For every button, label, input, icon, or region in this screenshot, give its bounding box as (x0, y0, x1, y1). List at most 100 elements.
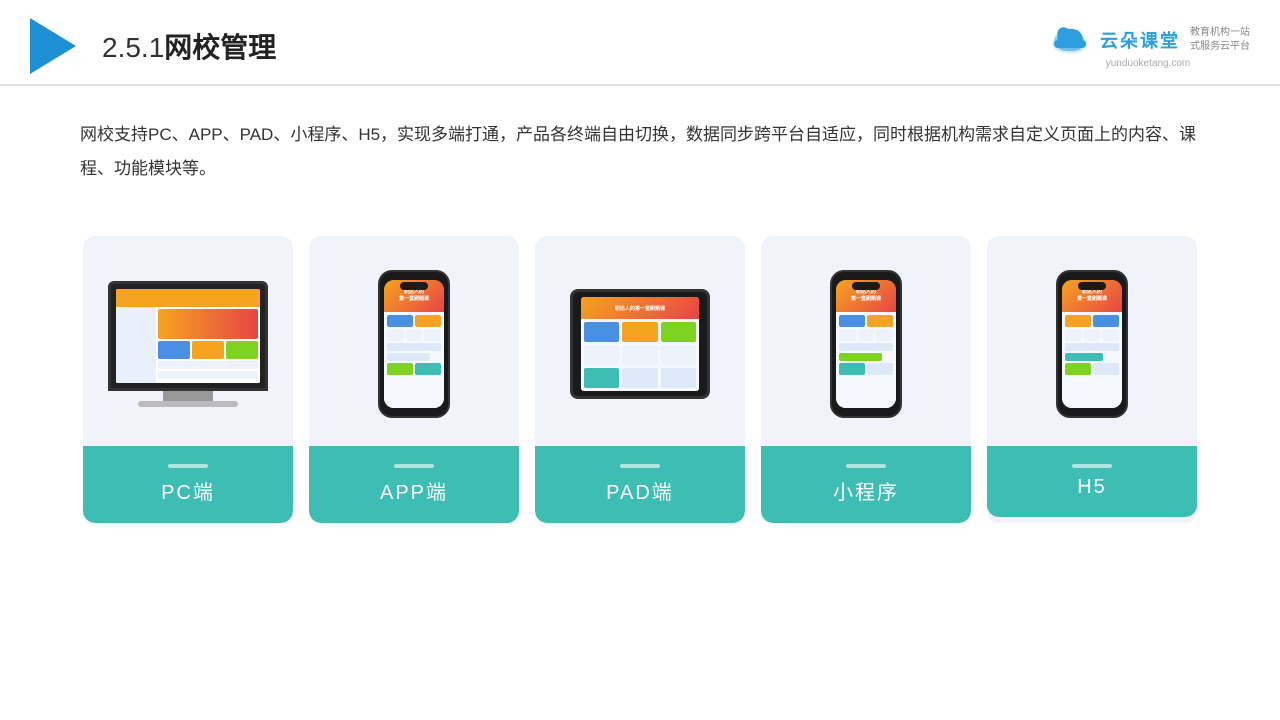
card-label-bar (168, 464, 208, 468)
pc-main-content (156, 307, 260, 383)
phone-block (839, 363, 865, 375)
phone-screen-content: 职达人的第一堂刷题课 (384, 280, 444, 408)
phone-block (387, 329, 404, 341)
phone-block (1065, 329, 1082, 341)
tablet-block (622, 345, 657, 365)
tablet-header: 职达人的第一堂刷题课 (581, 297, 699, 319)
tablet-block (622, 368, 657, 388)
phone-row6 (839, 363, 893, 375)
tablet-block (584, 368, 619, 388)
phone-row2 (387, 329, 441, 341)
pc-base (138, 401, 238, 407)
tablet-body (581, 319, 699, 391)
phone-block (1093, 363, 1119, 375)
logo-triangle-icon (30, 18, 76, 74)
card-miniapp-image: 职达人的第一堂刷题课 (761, 236, 971, 446)
phone-body (384, 312, 444, 408)
app-phone-mockup: 职达人的第一堂刷题课 (378, 270, 450, 418)
brand-logo: 云朵课堂 教育机构一站 式服务云平台 (1046, 24, 1250, 56)
brand-area: 云朵课堂 教育机构一站 式服务云平台 yunduoketang.com (1046, 24, 1250, 69)
phone-screen3: 职达人的第一堂刷题课 (1062, 280, 1122, 408)
cloud-icon (1046, 24, 1094, 56)
phone-block (839, 315, 865, 327)
tablet-screen: 职达人的第一堂刷题课 (581, 297, 699, 391)
card-pad-label: PAD端 (535, 446, 745, 523)
phone-block (839, 329, 856, 341)
card-app: 职达人的第一堂刷题课 (309, 236, 519, 523)
phone-block-full3 (1065, 343, 1119, 351)
phone-block (387, 363, 413, 375)
card-pc: PC端 (83, 236, 293, 523)
card-miniapp: 职达人的第一堂刷题课 (761, 236, 971, 523)
card-app-image: 职达人的第一堂刷题课 (309, 236, 519, 446)
phone-header-text2: 职达人的第一堂刷题课 (851, 289, 881, 303)
phone-body3 (1062, 312, 1122, 408)
phone-screen-content3: 职达人的第一堂刷题课 (1062, 280, 1122, 408)
phone-block (424, 329, 441, 341)
phone-block (876, 329, 893, 341)
pc-stand (163, 391, 213, 401)
tablet-block (661, 368, 696, 388)
brand-tagline: 教育机构一站 (1190, 26, 1250, 40)
pc-screen-content (116, 289, 260, 383)
phone-block (1093, 315, 1119, 327)
card-label-bar4 (846, 464, 886, 468)
phone-notch3 (1078, 282, 1106, 290)
pc-mockup (108, 281, 268, 407)
pc-grid (158, 341, 258, 359)
page-title: 2.5.1网校管理 (102, 26, 276, 66)
description-text: 网校支持PC、APP、PAD、小程序、H5，实现多端打通，产品各终端自由切换，数… (0, 86, 1280, 206)
phone-block (415, 363, 441, 375)
tablet-header-text: 职达人的第一堂刷题课 (615, 305, 665, 312)
card-h5: 职达人的第一堂刷题课 (987, 236, 1197, 523)
phone-screen-content2: 职达人的第一堂刷题课 (836, 280, 896, 408)
page-title-number: 2.5.1 (102, 32, 164, 63)
brand-url: yunduoketang.com (1106, 58, 1191, 69)
card-label-bar5 (1072, 464, 1112, 468)
tablet-block (661, 345, 696, 365)
card-h5-label: H5 (987, 446, 1197, 517)
tablet-block (584, 345, 619, 365)
pc-grid-item (226, 341, 258, 359)
h5-phone-mockup: 职达人的第一堂刷题课 (1056, 270, 1128, 418)
phone-header-text: 职达人的第一堂刷题课 (399, 289, 429, 303)
pc-banner (158, 309, 258, 339)
phone-screen: 职达人的第一堂刷题课 (384, 280, 444, 408)
phone-block (415, 315, 441, 327)
phone-row9 (1065, 363, 1119, 375)
card-pc-image (83, 236, 293, 446)
pc-grid-item (192, 341, 224, 359)
phone-row (387, 315, 441, 327)
phone-block (1065, 315, 1091, 327)
phone-block (858, 329, 875, 341)
card-pad: 职达人的第一堂刷题课 (535, 236, 745, 523)
phone-notch2 (852, 282, 880, 290)
pc-screen-inner (116, 289, 260, 383)
card-miniapp-label: 小程序 (761, 446, 971, 523)
phone-block-full2 (839, 343, 893, 351)
phone-body2 (836, 312, 896, 408)
pc-topbar (116, 289, 260, 307)
brand-tagline2: 式服务云平台 (1190, 40, 1250, 54)
phone-block-green (839, 353, 882, 361)
phone-block (387, 315, 413, 327)
phone-block (1084, 329, 1101, 341)
pc-screen-outer (108, 281, 268, 391)
phone-notch (400, 282, 428, 290)
phone-block (867, 315, 893, 327)
miniapp-phone-mockup: 职达人的第一堂刷题课 (830, 270, 902, 418)
phone-row4 (839, 315, 893, 327)
tablet-block (584, 322, 619, 342)
card-pc-label: PC端 (83, 446, 293, 523)
pc-body (116, 307, 260, 383)
header: 2.5.1网校管理 云朵课堂 教育机构一站 式服务云平台 yunduoketan… (0, 0, 1280, 86)
card-app-label: APP端 (309, 446, 519, 523)
phone-row3 (387, 363, 441, 375)
phone-block (1065, 363, 1091, 375)
phone-block (867, 363, 893, 375)
phone-block-full (387, 343, 441, 351)
pc-row2 (158, 371, 258, 379)
card-label-bar3 (620, 464, 660, 468)
phone-block (406, 329, 423, 341)
cards-container: PC端 职达人的第一堂刷题课 (0, 216, 1280, 543)
